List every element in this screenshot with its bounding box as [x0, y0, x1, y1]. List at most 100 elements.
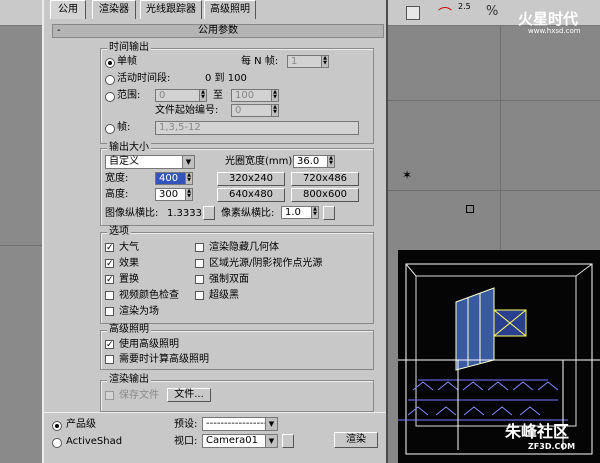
image-aspect-label: 图像纵横比: [105, 208, 159, 219]
save-file-label: 保存文件 [119, 390, 159, 401]
viewport-lock-icon[interactable] [282, 434, 294, 448]
frames-radio[interactable] [105, 124, 115, 134]
grid-line [388, 100, 600, 101]
pixel-aspect-label: 像素纵横比: [221, 208, 275, 219]
percent-snap-icon[interactable]: % [486, 4, 498, 19]
tab-raytracer[interactable]: 光线跟踪器 [140, 0, 202, 19]
production-label: 产品级 [66, 419, 96, 430]
compute-advanced-lighting-checkbox[interactable] [105, 355, 114, 364]
file-number-field[interactable]: 0 [231, 104, 271, 117]
every-n-field[interactable]: 1 [287, 55, 321, 68]
save-file-checkbox[interactable] [105, 391, 114, 400]
preset-800x600-button[interactable]: 800x600 [291, 188, 359, 202]
output-size-label: 输出大小 [107, 142, 151, 154]
range-label: 范围: [117, 90, 141, 101]
pixel-aspect-lock-icon[interactable] [323, 206, 335, 220]
option-video-color-check-label: 视频颜色检查 [119, 290, 179, 301]
file-number-label: 文件起始编号: [155, 105, 219, 116]
option-area-lights-checkbox[interactable] [195, 259, 204, 268]
option-video-color-check-checkbox[interactable] [105, 291, 114, 300]
camera-target-icon [466, 205, 474, 213]
main-toolbar-left [0, 0, 42, 26]
tab-advanced-lighting[interactable]: 高级照明 [204, 0, 256, 19]
width-field[interactable]: 400 [155, 172, 185, 185]
preset-label: 预设: [174, 419, 198, 430]
preset-value: ------------------ [206, 418, 271, 429]
active-segment-label: 活动时间段: [117, 73, 171, 84]
option-atmosphere-checkbox[interactable]: ✓ [105, 243, 114, 253]
chevron-down-icon[interactable]: ▼ [182, 156, 194, 168]
option-hidden-geometry-label: 渲染隐藏几何体 [209, 242, 279, 253]
range-from-spinner[interactable]: ▲ ▼ [199, 89, 207, 102]
height-label: 高度: [105, 189, 129, 200]
height-field[interactable]: 300 [155, 188, 185, 201]
option-area-lights-label: 区域光源/阴影视作点光源 [209, 258, 323, 269]
rollout-title: 公用参数 [198, 25, 238, 36]
option-super-black-label: 超级黑 [209, 290, 239, 301]
height-spinner[interactable]: ▲ ▼ [185, 188, 193, 201]
time-output-label: 时间输出 [107, 42, 151, 54]
rollout-toggle[interactable]: - [57, 25, 61, 37]
files-button[interactable]: 文件... [167, 388, 211, 402]
preset-640x480-button[interactable]: 640x480 [217, 188, 285, 202]
light-icon: ✶ [402, 168, 413, 182]
magnet-icon[interactable]: ⌒ [438, 4, 452, 24]
output-preset-value: 自定义 [109, 156, 139, 167]
single-frame-radio[interactable] [105, 58, 115, 68]
image-aspect-lock-icon[interactable] [203, 206, 215, 220]
render-button[interactable]: 渲染 [334, 432, 378, 448]
active-range-text: 0 到 100 [205, 73, 247, 84]
tab-common[interactable]: 公用 [50, 0, 86, 19]
option-super-black-checkbox[interactable] [195, 291, 204, 300]
viewport-value: Camera01 [206, 435, 258, 446]
range-to-field[interactable]: 100 [231, 89, 271, 102]
grid-line [500, 26, 501, 250]
output-preset-select[interactable]: 自定义 ▼ [105, 155, 195, 169]
production-radio[interactable] [52, 421, 62, 431]
options-label: 选项 [107, 226, 131, 238]
width-spinner[interactable]: ▲ ▼ [185, 172, 193, 185]
watermark-bottom-url: ZF3D.COM [528, 442, 576, 451]
tab-renderer[interactable]: 渲染器 [92, 0, 136, 19]
watermark-top-url: www.hxsd.com [528, 27, 581, 35]
option-atmosphere-label: 大气 [119, 242, 139, 253]
range-radio[interactable] [105, 92, 115, 102]
aperture-spinner[interactable]: ▲ ▼ [327, 155, 335, 168]
preset-320x240-button[interactable]: 320x240 [217, 172, 285, 186]
range-from-field[interactable]: 0 [155, 89, 199, 102]
use-advanced-lighting-checkbox[interactable]: ✓ [105, 340, 114, 350]
pixel-aspect-field[interactable]: 1.0 [281, 206, 311, 219]
activeshade-radio[interactable] [52, 438, 62, 448]
option-displacement-checkbox[interactable]: ✓ [105, 275, 114, 285]
range-to-spinner[interactable]: ▲ ▼ [271, 89, 279, 102]
preset-720x486-button[interactable]: 720x486 [291, 172, 359, 186]
option-hidden-geometry-checkbox[interactable] [195, 243, 204, 252]
watermark-bottom: 朱峰社区 [505, 422, 570, 441]
frames-field[interactable]: 1,3,5-12 [155, 121, 359, 135]
viewport-select[interactable]: Camera01 ▼ [202, 434, 278, 448]
activeshade-label: ActiveShad [66, 436, 123, 447]
option-displacement-label: 置换 [119, 274, 139, 285]
compute-advanced-lighting-label: 需要时计算高级照明 [119, 354, 209, 365]
advanced-lighting-label: 高级照明 [107, 324, 151, 336]
pixel-aspect-spinner[interactable]: ▲ ▼ [311, 206, 319, 219]
single-frame-label: 单帧 [117, 56, 137, 67]
output-size-group: 输出大小 自定义 ▼ 光圈宽度(mm): 36.0 ▲ ▼ 宽度: 400 ▲ ▼ … [100, 142, 374, 226]
file-number-spinner[interactable]: ▲ ▼ [271, 104, 279, 117]
chevron-down-icon[interactable]: ▼ [265, 435, 277, 447]
common-parameters-rollout[interactable]: - 公用参数 [52, 24, 384, 38]
camera-viewport[interactable] [398, 250, 600, 463]
option-render-fields-checkbox[interactable] [105, 307, 114, 316]
option-force-two-sided-checkbox[interactable] [195, 275, 204, 284]
every-n-spinner[interactable]: ▲ ▼ [321, 55, 329, 68]
aperture-label: 光圈宽度(mm): [225, 156, 296, 167]
aperture-field[interactable]: 36.0 [293, 155, 327, 168]
range-to-label: 至 [213, 90, 223, 101]
option-effects-label: 效果 [119, 258, 139, 269]
preset-select[interactable]: ------------------ ▼ [202, 417, 278, 431]
toolbar-icon[interactable] [406, 6, 420, 20]
active-segment-radio[interactable] [105, 75, 115, 85]
render-output-group: 渲染输出 保存文件 文件... [100, 374, 374, 412]
chevron-down-icon[interactable]: ▼ [265, 418, 277, 430]
option-effects-checkbox[interactable]: ✓ [105, 259, 114, 269]
